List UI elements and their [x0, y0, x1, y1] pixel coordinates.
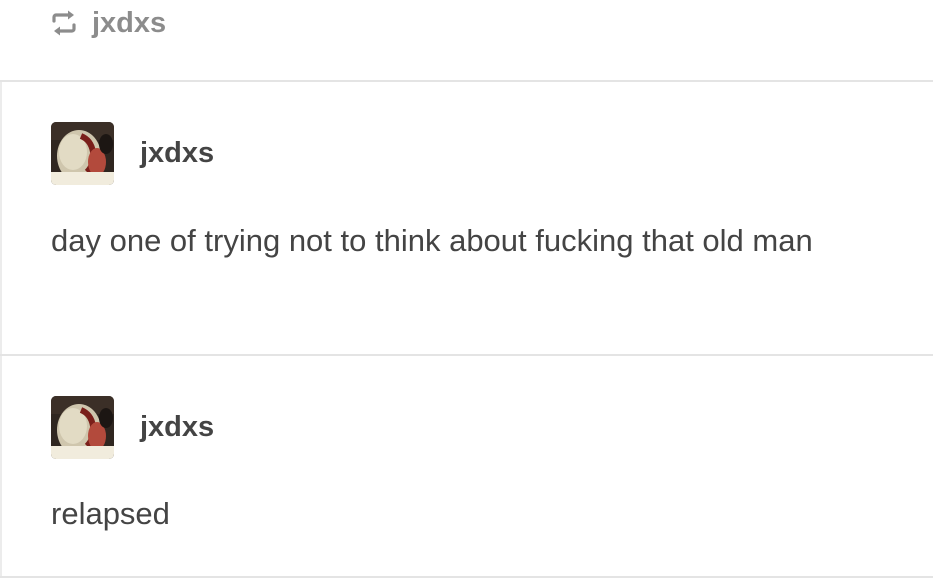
avatar[interactable] — [51, 122, 114, 185]
post-username-link[interactable]: jxdxs — [140, 137, 214, 170]
reblog-icon — [48, 7, 80, 39]
divider — [0, 576, 933, 578]
post-header: jxdxs — [51, 122, 214, 185]
reblog-header: jxdxs — [48, 0, 166, 46]
post-username-link[interactable]: jxdxs — [140, 411, 214, 444]
post-text: day one of trying not to think about fuc… — [51, 223, 813, 258]
post-1: jxdxs day one of trying not to think abo… — [0, 82, 933, 354]
post-left-border — [0, 82, 2, 354]
post-text: relapsed — [51, 496, 170, 531]
reblog-username-link[interactable]: jxdxs — [92, 8, 166, 38]
avatar[interactable] — [51, 396, 114, 459]
post-2: jxdxs relapsed — [0, 356, 933, 576]
post-header: jxdxs — [51, 396, 214, 459]
post-left-border — [0, 356, 2, 576]
